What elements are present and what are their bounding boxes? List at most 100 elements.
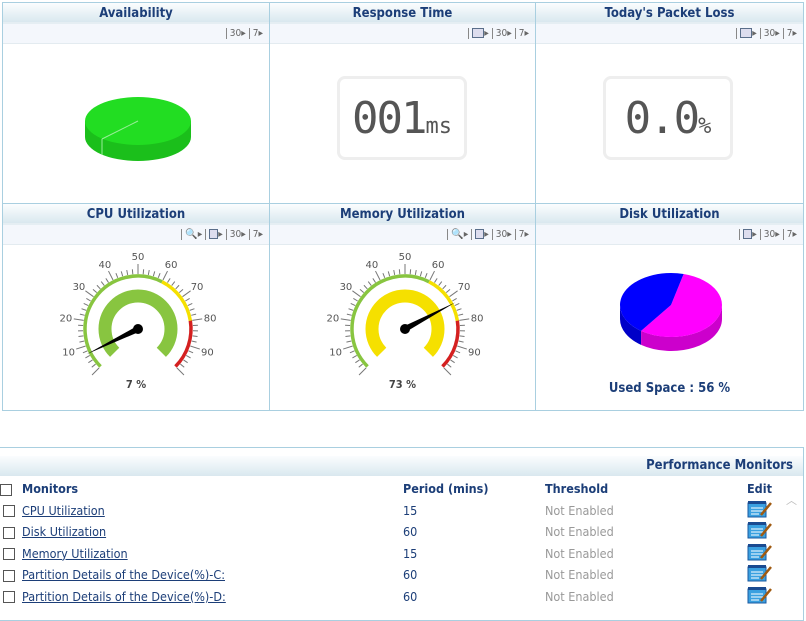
period-30-button[interactable]: 30 — [225, 229, 242, 240]
row-checkbox[interactable] — [3, 548, 15, 561]
gauge-tick — [91, 367, 100, 376]
gauge-tick — [382, 273, 386, 279]
monitors-title: Performance Monitors — [0, 456, 803, 476]
gauge-tick — [450, 359, 455, 364]
gauge-tick — [105, 278, 109, 283]
gauge-tick-label: 60 — [165, 260, 178, 271]
zoom-icon[interactable]: 🔍 — [447, 229, 464, 240]
period-30-button[interactable]: 30 — [491, 28, 508, 39]
gauge-tick — [387, 271, 391, 277]
report-icon[interactable] — [736, 28, 753, 39]
monitor-link[interactable]: CPU Utilization — [22, 503, 105, 518]
gauge-tick — [92, 288, 98, 294]
gauge-tick — [358, 363, 363, 368]
performance-monitors-panel: Performance Monitors ︿ Monitors Period (… — [0, 447, 804, 621]
table-row: Disk Utilization 60 Not Enabled — [0, 521, 790, 543]
period-7-button[interactable]: 7 — [248, 28, 259, 39]
gauge-tick — [96, 284, 101, 290]
monitor-link[interactable]: Memory Utilization — [22, 546, 128, 561]
gauge-tick — [359, 288, 365, 294]
gauge-tick-label: 90 — [201, 348, 214, 359]
edit-icon[interactable] — [747, 586, 772, 604]
gauge-tick — [82, 350, 88, 354]
packet-loss-value: 0.0 — [624, 93, 700, 144]
gauge-tick — [458, 313, 464, 316]
period-7-button[interactable]: 7 — [514, 28, 525, 39]
gauge-tick — [340, 318, 351, 321]
panel-title: CPU Utilization — [3, 204, 269, 225]
period-30-button[interactable]: 30 — [759, 28, 776, 39]
monitor-link[interactable]: Partition Details of the Device(%)-C: — [22, 567, 225, 582]
period-7-button[interactable]: 7 — [514, 229, 525, 240]
edit-icon[interactable] — [747, 521, 772, 539]
gauge-tick — [189, 308, 195, 311]
row-checkbox[interactable] — [3, 505, 15, 518]
memory-panel: Memory Utilization 🔍▸▸30▸7▸ 010203040506… — [270, 204, 536, 410]
edit-icon[interactable] — [747, 543, 772, 561]
panel-toolbar: 🔍▸ ▸ 30▸ 7▸ — [3, 225, 269, 245]
cpu-value-label: 7 % — [125, 378, 147, 391]
row-checkbox[interactable] — [3, 526, 15, 539]
gauge-tick — [91, 363, 96, 368]
edit-icon[interactable] — [747, 564, 772, 582]
gauge-tick — [343, 345, 353, 350]
gauge-tick-label: 10 — [62, 348, 75, 359]
edit-icon[interactable] — [747, 500, 772, 518]
gauge-tick — [350, 303, 356, 307]
gauge-tick — [452, 298, 457, 302]
gauge-tick-label: 50 — [132, 252, 145, 263]
monitor-link[interactable]: Partition Details of the Device(%)-D: — [22, 589, 226, 604]
threshold-cell: Not Enabled — [545, 524, 614, 540]
zoom-icon[interactable]: 🔍 — [181, 229, 198, 240]
report-icon[interactable] — [468, 28, 485, 39]
gauge-tick-label: 40 — [98, 260, 111, 271]
period-7-button[interactable]: 7 — [782, 229, 793, 240]
period-30-button[interactable]: 30 — [759, 229, 776, 240]
period-7-button[interactable]: 7 — [248, 229, 259, 240]
gauge-tick — [167, 278, 171, 283]
table-row: Partition Details of the Device(%)-D: 60… — [0, 586, 790, 608]
gauge-tick — [456, 308, 462, 311]
row-checkbox[interactable] — [3, 591, 15, 604]
gauge-tick — [176, 367, 185, 376]
dashboard-grid: Availability 30▸ 7▸ Response Time ▸ 30▸ 7▸ … — [2, 2, 804, 411]
row-checkbox[interactable] — [3, 569, 15, 582]
gauge-tick — [100, 281, 105, 286]
gauge-tick — [187, 303, 193, 307]
gauge-tick — [83, 303, 89, 307]
gauge-tick — [120, 271, 124, 277]
gauge-tick-label: 70 — [191, 282, 204, 293]
gauge-hub — [133, 324, 143, 334]
gauge-tick — [171, 281, 176, 286]
period-30-button[interactable]: 30 — [491, 229, 508, 240]
monitor-link[interactable]: Disk Utilization — [22, 524, 106, 539]
table-header: Monitors Period (mins) Threshold Edit — [0, 478, 790, 500]
panel-title: Disk Utilization — [536, 204, 803, 225]
panel-toolbar: ▸ 30▸ 7▸ — [536, 24, 803, 44]
gauge-tick — [346, 340, 352, 343]
gauge-tick — [459, 318, 470, 321]
gauge-tick — [191, 340, 197, 343]
period-30-button[interactable]: 30 — [225, 28, 242, 39]
table-row: Partition Details of the Device(%)-C: 60… — [0, 564, 790, 586]
gauge-tick-label: 10 — [329, 348, 342, 359]
gauge-tick — [157, 273, 161, 279]
select-all-checkbox[interactable] — [0, 483, 12, 496]
panel-title: Today's Packet Loss — [536, 3, 803, 24]
availability-panel: Availability 30▸ 7▸ — [3, 3, 270, 204]
used-space-label: Used Space : 56 % — [608, 381, 731, 396]
report-icon[interactable] — [471, 229, 485, 240]
report-icon[interactable] — [205, 229, 219, 240]
panel-toolbar: 🔍▸ ▸ 30▸ 7▸ — [270, 225, 535, 245]
monitors-table: Monitors Period (mins) Threshold Edit CP… — [0, 478, 790, 607]
gauge-tick — [147, 269, 150, 276]
report-icon[interactable] — [739, 229, 753, 240]
period-7-button[interactable]: 7 — [782, 28, 793, 39]
period-cell: 15 — [403, 545, 418, 561]
gauge-tick — [434, 278, 438, 283]
gauge-tick-label: 90 — [468, 348, 481, 359]
response-time-display: 001ms — [337, 76, 467, 160]
gauge-tick — [78, 335, 84, 338]
period-cell: 60 — [403, 524, 418, 540]
gauge-tick — [358, 367, 367, 376]
